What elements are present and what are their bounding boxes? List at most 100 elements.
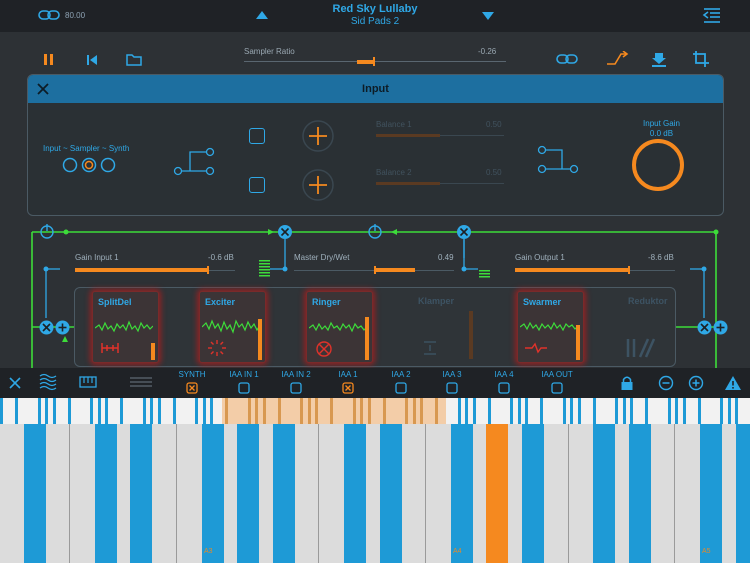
- strip-key: [135, 398, 138, 424]
- black-key[interactable]: [486, 424, 509, 563]
- strip-key: [608, 398, 611, 424]
- mix-node-right-icon[interactable]: [456, 224, 472, 240]
- black-key[interactable]: [700, 424, 722, 563]
- keyboard-icon[interactable]: [79, 376, 97, 388]
- lock-icon[interactable]: [620, 375, 634, 391]
- strip-key: [682, 398, 686, 424]
- input-gain-knob[interactable]: [630, 137, 686, 193]
- strip-key: [97, 398, 101, 424]
- strip-key: [15, 398, 18, 424]
- pause-icon[interactable]: [42, 53, 56, 67]
- reduktor-icon: [626, 338, 656, 358]
- balance1-value: 0.50: [486, 120, 502, 129]
- input-merge-node[interactable]: [38, 319, 72, 336]
- iaa-toolbar: [0, 368, 750, 398]
- black-key[interactable]: [522, 424, 544, 563]
- wave-strip-icon[interactable]: [38, 372, 58, 392]
- black-key[interactable]: [130, 424, 153, 563]
- gain-output-label: Gain Output 1: [515, 253, 565, 262]
- iaa-checkbox-4[interactable]: [498, 382, 510, 394]
- effects-rack: [74, 287, 676, 367]
- black-key[interactable]: [201, 424, 224, 563]
- fx-waveform: [520, 321, 578, 332]
- black-key[interactable]: [593, 424, 616, 563]
- add-source1-button[interactable]: [301, 119, 335, 153]
- octave-down-icon[interactable]: [658, 375, 674, 391]
- preset-down-icon[interactable]: [482, 12, 494, 20]
- iaa-checkbox-out[interactable]: [551, 382, 563, 394]
- piano-keyboard[interactable]: [0, 398, 750, 563]
- black-key[interactable]: [23, 424, 46, 563]
- iaa-checkbox-3[interactable]: [446, 382, 458, 394]
- black-key[interactable]: [735, 424, 750, 563]
- gain-input-handle[interactable]: [207, 266, 209, 274]
- fx-slot-klamper[interactable]: Klamper: [413, 291, 480, 363]
- iaa-checkbox-in2[interactable]: [290, 382, 302, 394]
- fx-name: Klamper: [418, 296, 455, 306]
- strip-key: [195, 398, 198, 424]
- iaa-checkbox-1[interactable]: [342, 382, 354, 394]
- splitdel-icon: [101, 343, 119, 353]
- download-icon[interactable]: [651, 51, 667, 67]
- keyboard-scroll-strip[interactable]: [0, 398, 750, 424]
- visible-range-window[interactable]: [222, 398, 446, 424]
- warning-icon[interactable]: [724, 375, 742, 391]
- iaa-checkbox-synth[interactable]: [186, 382, 198, 394]
- preset-subtitle[interactable]: Sid Pads 2: [0, 16, 750, 27]
- strip-key: [172, 398, 176, 424]
- folder-icon[interactable]: [125, 52, 143, 67]
- preset-title[interactable]: Red Sky Lullaby: [0, 3, 750, 15]
- strip-key: [495, 398, 498, 424]
- fx-slot-exciter[interactable]: Exciter: [199, 291, 266, 363]
- sampler-ratio-track[interactable]: [244, 61, 506, 62]
- fx-name: Reduktor: [628, 296, 668, 306]
- input-power-icon[interactable]: [38, 222, 56, 240]
- iaa-checkbox-in1[interactable]: [238, 382, 250, 394]
- mix-node-left-icon[interactable]: [277, 224, 293, 240]
- black-key[interactable]: [272, 424, 295, 563]
- strip-key: [23, 398, 26, 424]
- black-key[interactable]: [237, 424, 260, 563]
- close-keyboard-icon[interactable]: [9, 377, 21, 389]
- top-bar: 80.00 Red Sky Lullaby Sid Pads 2: [0, 0, 750, 32]
- lines-menu-icon[interactable]: [129, 376, 153, 388]
- fx-slot-ringer[interactable]: Ringer: [306, 291, 373, 363]
- strip-key: [480, 398, 483, 424]
- iaa-checkbox-2[interactable]: [395, 382, 407, 394]
- input-source-selector[interactable]: [60, 156, 120, 176]
- menu-collapse-icon[interactable]: [702, 7, 722, 25]
- dry-wet-handle[interactable]: [374, 266, 376, 274]
- fx-name: SplitDel: [98, 297, 132, 307]
- dry-wet-label: Master Dry/Wet: [294, 253, 350, 262]
- fx-slot-swarmer[interactable]: Swarmer: [517, 291, 584, 363]
- fx-slot-splitdel[interactable]: SplitDel: [92, 291, 159, 363]
- crop-icon[interactable]: [692, 50, 710, 68]
- balance1-checkbox[interactable]: [249, 128, 265, 144]
- octave-up-icon[interactable]: [688, 375, 704, 391]
- reset-routing-icon[interactable]: [366, 222, 384, 240]
- black-key[interactable]: [628, 424, 651, 563]
- balance2-checkbox[interactable]: [249, 177, 265, 193]
- fx-slot-reduktor[interactable]: Reduktor: [624, 291, 674, 363]
- strip-key: [83, 398, 86, 424]
- balance2-value: 0.50: [486, 168, 502, 177]
- sampler-ratio-handle[interactable]: [373, 57, 375, 66]
- black-key[interactable]: [344, 424, 366, 563]
- strip-key: [67, 398, 71, 424]
- note-label-a3: A3: [204, 548, 213, 555]
- gain-output-handle[interactable]: [628, 266, 630, 274]
- black-key[interactable]: [379, 424, 402, 563]
- strip-key: [120, 398, 123, 424]
- black-key[interactable]: [450, 424, 473, 563]
- black-key[interactable]: [94, 424, 117, 563]
- iaa-label-2: IAA 2: [391, 370, 411, 379]
- routing-arrow-icon[interactable]: [605, 51, 629, 67]
- gain-input-fill: [75, 268, 208, 272]
- add-source2-button[interactable]: [301, 168, 335, 202]
- chain-link-icon[interactable]: [556, 53, 578, 65]
- strip-key: [713, 398, 716, 424]
- skip-back-icon[interactable]: [85, 53, 99, 67]
- output-merge-node[interactable]: [696, 319, 730, 336]
- strip-key: [142, 398, 146, 424]
- input-panel-header: Input: [28, 75, 723, 103]
